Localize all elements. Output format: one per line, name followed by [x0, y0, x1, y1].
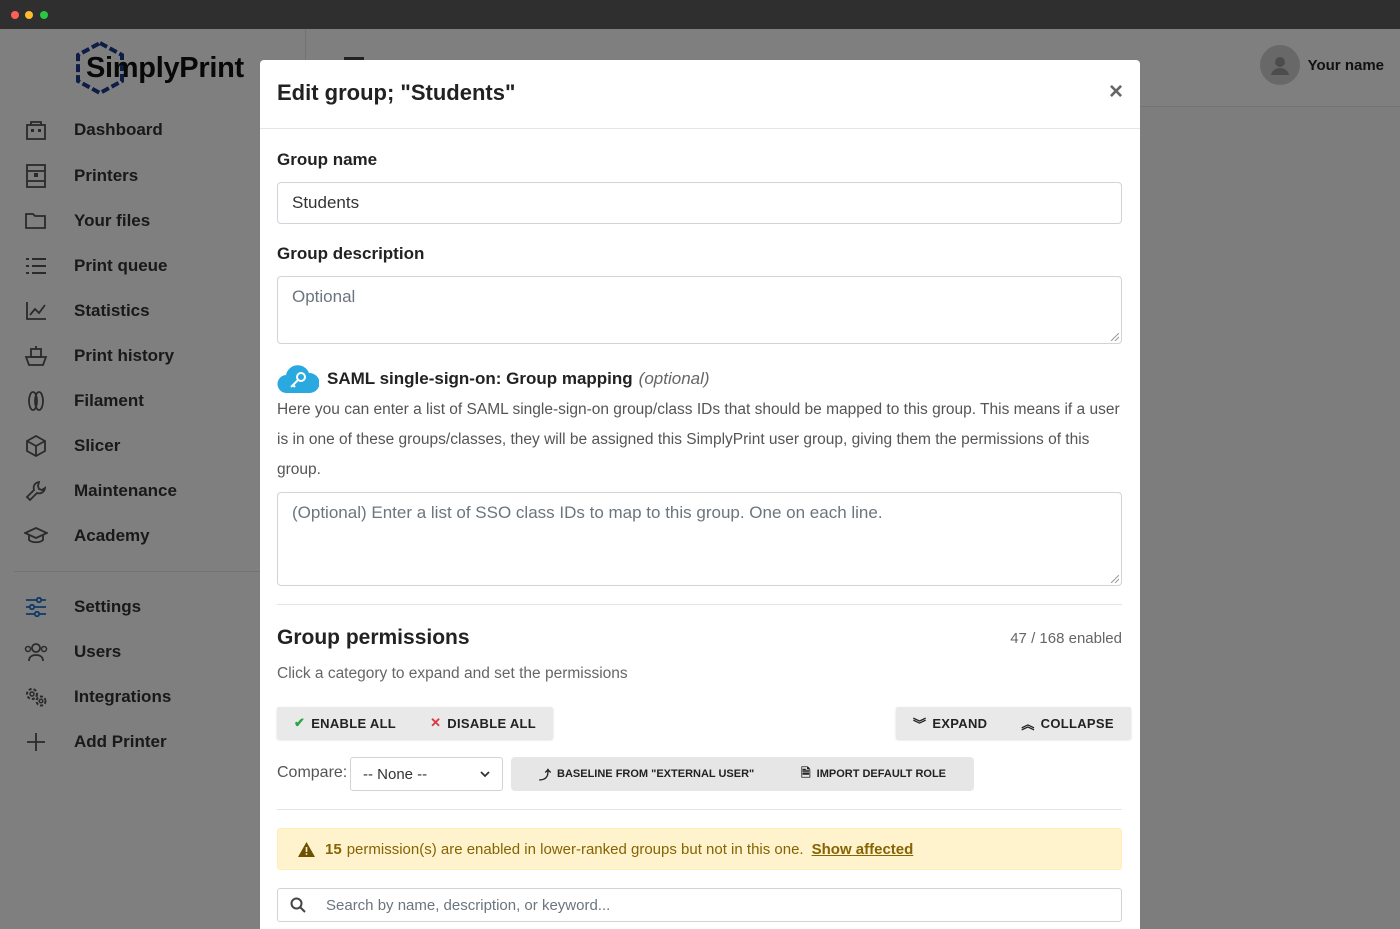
saml-ids-placeholder: (Optional) Enter a list of SSO class IDs…	[292, 503, 883, 522]
chevron-down-icon	[480, 770, 490, 777]
edit-group-modal: Edit group; "Students" × Group name Stud…	[260, 60, 1140, 929]
enable-all-button[interactable]: ✔ ENABLE ALL	[277, 707, 413, 739]
baseline-external-user-button[interactable]: ⤴ BASELINE FROM "EXTERNAL USER"	[511, 757, 783, 791]
compare-label: Compare:	[277, 764, 348, 781]
group-name-input[interactable]: Students	[277, 182, 1122, 224]
baseline-label: BASELINE FROM "EXTERNAL USER"	[557, 768, 755, 780]
resize-handle-icon[interactable]	[1111, 575, 1119, 583]
disable-all-button[interactable]: ✕ DISABLE ALL	[413, 707, 553, 739]
show-affected-link[interactable]: Show affected	[812, 841, 914, 858]
double-check-icon: ✔	[294, 715, 306, 730]
expand-collapse-group: ︾ EXPAND ︽ COLLAPSE	[896, 707, 1131, 739]
close-window-dot[interactable]	[11, 11, 19, 19]
lower-ranked-permissions-alert: 15 permission(s) are enabled in lower-ra…	[277, 828, 1122, 870]
enable-disable-group: ✔ ENABLE ALL ✕ DISABLE ALL	[277, 707, 554, 739]
maximize-window-dot[interactable]	[40, 11, 48, 19]
group-description-label: Group description	[277, 244, 425, 263]
section-divider	[277, 809, 1122, 810]
alert-count: 15	[325, 840, 342, 858]
search-placeholder: Search by name, description, or keyword.…	[326, 896, 611, 914]
x-icon: ✕	[430, 715, 442, 730]
chevrons-down-icon: ︾	[913, 716, 927, 732]
import-label: IMPORT DEFAULT ROLE	[816, 768, 947, 780]
file-import-icon: 🗎	[801, 765, 811, 780]
chevrons-up-icon: ︽	[1021, 716, 1035, 732]
close-icon[interactable]: ×	[1109, 78, 1123, 106]
group-name-label: Group name	[277, 150, 378, 169]
compare-selected-value: -- None --	[363, 765, 428, 783]
saml-description: Here you can enter a list of SAML single…	[277, 401, 1120, 478]
expand-label: EXPAND	[932, 715, 988, 731]
collapse-button[interactable]: ︽ COLLAPSE	[1004, 707, 1131, 739]
alert-text: permission(s) are enabled in lower-ranke…	[346, 840, 804, 858]
expand-button[interactable]: ︾ EXPAND	[896, 707, 1004, 739]
minimize-window-dot[interactable]	[25, 11, 33, 19]
modal-title: Edit group; "Students"	[277, 80, 516, 105]
import-default-role-button[interactable]: 🗎 IMPORT DEFAULT ROLE	[773, 757, 975, 791]
permissions-title: Group permissions	[277, 626, 470, 649]
permission-search-input[interactable]: Search by name, description, or keyword.…	[277, 888, 1122, 922]
disable-all-label: DISABLE ALL	[447, 715, 537, 731]
collapse-label: COLLAPSE	[1040, 715, 1114, 731]
level-up-icon: ⤴	[539, 767, 552, 782]
warning-icon	[298, 841, 315, 857]
section-divider	[277, 604, 1122, 605]
permissions-count: 47 / 168 enabled	[1010, 630, 1122, 647]
enable-all-label: ENABLE ALL	[311, 715, 397, 731]
window-titlebar	[0, 0, 1400, 29]
group-description-placeholder: Optional	[292, 287, 356, 306]
compare-select[interactable]: -- None --	[350, 757, 503, 791]
saml-title: SAML single-sign-on: Group mapping	[327, 369, 633, 388]
saml-optional-tag: (optional)	[638, 369, 710, 388]
search-icon	[290, 897, 306, 913]
permissions-hint: Click a category to expand and set the p…	[277, 665, 628, 682]
cloud-key-icon	[277, 365, 319, 394]
saml-section-heading: SAML single-sign-on: Group mapping (opti…	[277, 363, 710, 395]
group-description-textarea[interactable]: Optional	[277, 276, 1122, 344]
modal-header: Edit group; "Students" ×	[260, 60, 1140, 129]
resize-handle-icon[interactable]	[1111, 333, 1119, 341]
saml-ids-textarea[interactable]: (Optional) Enter a list of SSO class IDs…	[277, 492, 1122, 586]
